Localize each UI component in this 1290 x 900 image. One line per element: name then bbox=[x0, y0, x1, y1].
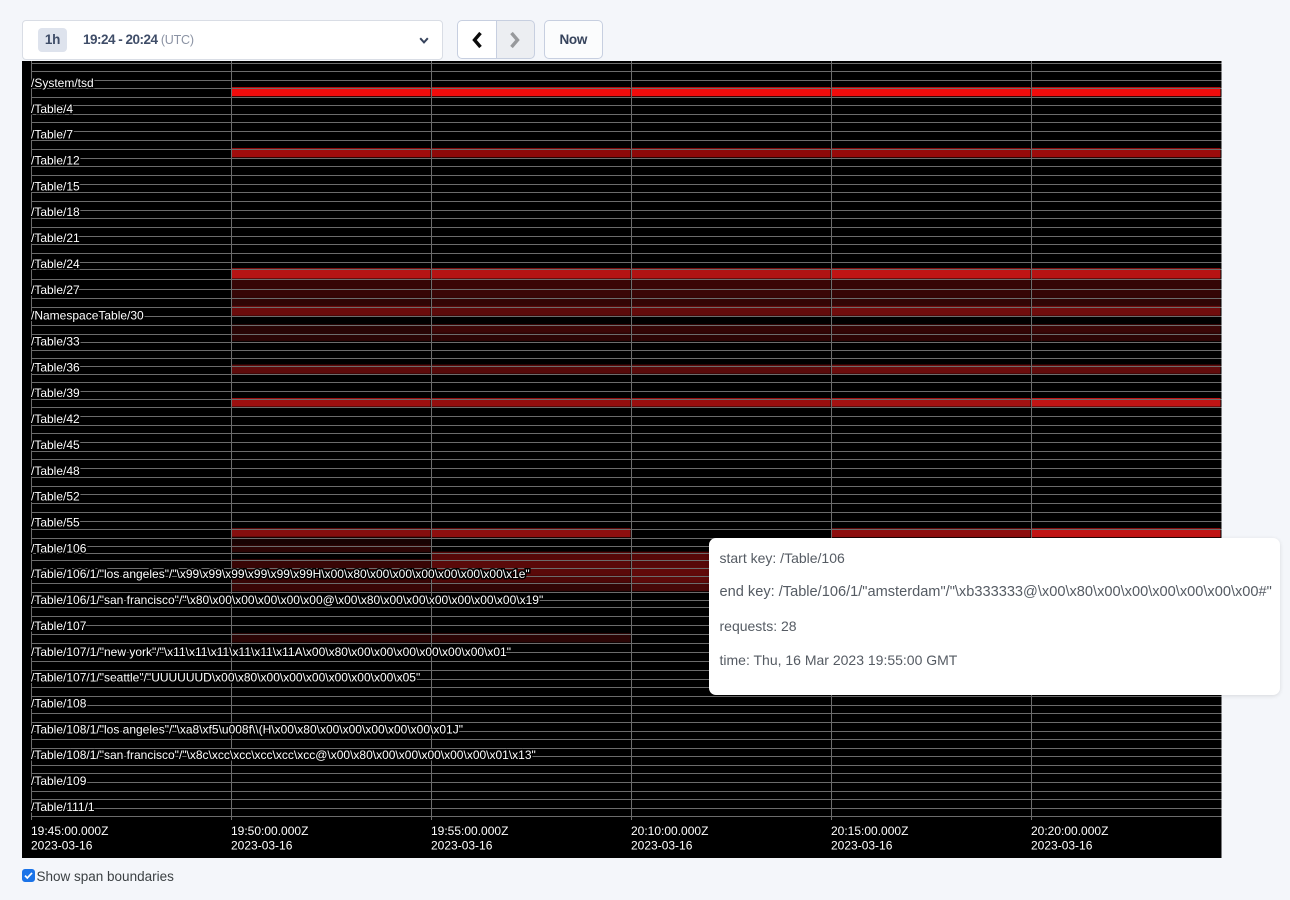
svg-text:/Table/48: /Table/48 bbox=[31, 464, 80, 478]
svg-text:/System/tsd: /System/tsd bbox=[31, 76, 94, 90]
svg-text:/Table/33: /Table/33 bbox=[31, 335, 80, 349]
svg-text:2023-03-16: 2023-03-16 bbox=[631, 839, 693, 853]
svg-text:20:20:00.000Z: 20:20:00.000Z bbox=[1031, 824, 1108, 838]
svg-text:/Table/42: /Table/42 bbox=[31, 412, 80, 426]
svg-text:/Table/108: /Table/108 bbox=[31, 697, 87, 711]
svg-text:/Table/36: /Table/36 bbox=[31, 361, 80, 375]
svg-text:/Table/12: /Table/12 bbox=[31, 154, 80, 168]
svg-text:/Table/107/1/"new york"/"\x11\: /Table/107/1/"new york"/"\x11\x11\x11\x1… bbox=[31, 645, 511, 659]
svg-text:2023-03-16: 2023-03-16 bbox=[1031, 839, 1093, 853]
svg-text:19:45:00.000Z: 19:45:00.000Z bbox=[31, 824, 108, 838]
svg-text:/Table/107: /Table/107 bbox=[31, 619, 87, 633]
svg-text:/Table/106/1/"los angeles"/"\x: /Table/106/1/"los angeles"/"\x99\x99\x99… bbox=[31, 567, 530, 581]
svg-text:2023-03-16: 2023-03-16 bbox=[31, 839, 93, 853]
svg-text:/Table/109: /Table/109 bbox=[31, 774, 87, 788]
svg-text:/Table/21: /Table/21 bbox=[31, 231, 80, 245]
svg-text:2023-03-16: 2023-03-16 bbox=[431, 839, 493, 853]
svg-text:/Table/55: /Table/55 bbox=[31, 516, 80, 530]
svg-text:/Table/108/1/"san francisco"/": /Table/108/1/"san francisco"/"\x8c\xcc\x… bbox=[31, 748, 536, 762]
svg-text:/Table/24: /Table/24 bbox=[31, 257, 80, 271]
svg-text:/Table/45: /Table/45 bbox=[31, 438, 80, 452]
svg-text:20:15:00.000Z: 20:15:00.000Z bbox=[831, 824, 908, 838]
svg-text:/Table/106/1/"san francisco"/": /Table/106/1/"san francisco"/"\x80\x00\x… bbox=[31, 593, 543, 607]
svg-text:20:10:00.000Z: 20:10:00.000Z bbox=[631, 824, 708, 838]
svg-text:2023-03-16: 2023-03-16 bbox=[231, 839, 293, 853]
svg-text:/Table/18: /Table/18 bbox=[31, 205, 80, 219]
svg-text:/Table/4: /Table/4 bbox=[31, 102, 73, 116]
svg-text:/Table/111/1: /Table/111/1 bbox=[31, 800, 95, 814]
svg-text:/NamespaceTable/30: /NamespaceTable/30 bbox=[31, 309, 144, 323]
svg-text:/Table/27: /Table/27 bbox=[31, 283, 80, 297]
svg-text:/Table/52: /Table/52 bbox=[31, 490, 80, 504]
svg-text:2023-03-16: 2023-03-16 bbox=[831, 839, 893, 853]
svg-text:19:50:00.000Z: 19:50:00.000Z bbox=[231, 824, 308, 838]
svg-text:/Table/107/1/"seattle"/"UUUUUU: /Table/107/1/"seattle"/"UUUUUUD\x00\x80\… bbox=[31, 671, 420, 685]
svg-text:/Table/39: /Table/39 bbox=[31, 386, 80, 400]
svg-text:19:55:00.000Z: 19:55:00.000Z bbox=[431, 824, 508, 838]
svg-text:/Table/108/1/"los angeles"/"\x: /Table/108/1/"los angeles"/"\xa8\xf5\u00… bbox=[31, 723, 463, 737]
svg-text:/Table/106: /Table/106 bbox=[31, 542, 87, 556]
svg-text:/Table/15: /Table/15 bbox=[31, 180, 80, 194]
svg-text:/Table/7: /Table/7 bbox=[31, 128, 73, 142]
